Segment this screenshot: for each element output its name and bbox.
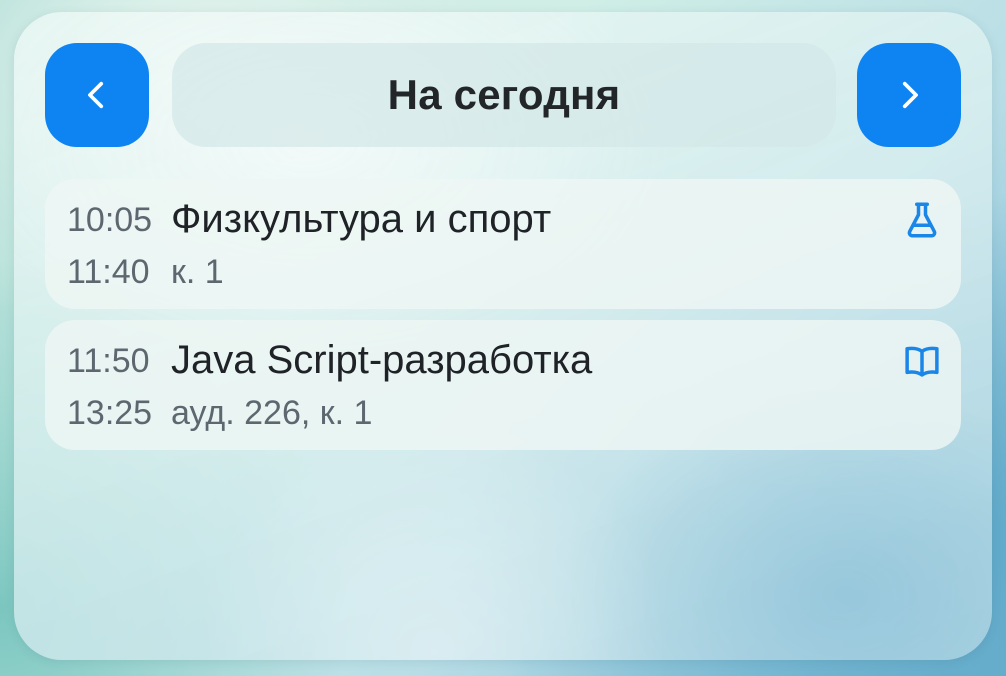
lesson-end-time: 13:25 — [67, 394, 153, 432]
lesson-start-time: 10:05 — [67, 201, 153, 239]
lesson-room: к. 1 — [171, 253, 224, 291]
flask-icon — [907, 202, 937, 238]
lesson-start-time: 11:50 — [67, 342, 150, 380]
lesson-room: ауд. 226, к. 1 — [171, 394, 373, 432]
chevron-right-icon — [902, 81, 918, 109]
lesson-card[interactable]: 10:05 11:40 Физкультура и спорт к. 1 — [45, 179, 961, 309]
next-day-button[interactable] — [857, 43, 961, 147]
lesson-end-time: 11:40 — [67, 253, 150, 291]
day-title-pill: На сегодня — [172, 43, 836, 147]
previous-day-button[interactable] — [45, 43, 149, 147]
page-title: На сегодня — [387, 71, 621, 118]
book-icon — [905, 346, 939, 377]
lesson-card[interactable]: 11:50 13:25 Java Script-разработка ауд. … — [45, 320, 961, 450]
lesson-title: Физкультура и спорт — [171, 197, 552, 241]
chevron-left-icon — [88, 81, 104, 109]
schedule-widget: На сегодня 10:05 11:40 Физкультура и спо… — [14, 12, 992, 660]
lesson-title: Java Script-разработка — [171, 338, 593, 382]
